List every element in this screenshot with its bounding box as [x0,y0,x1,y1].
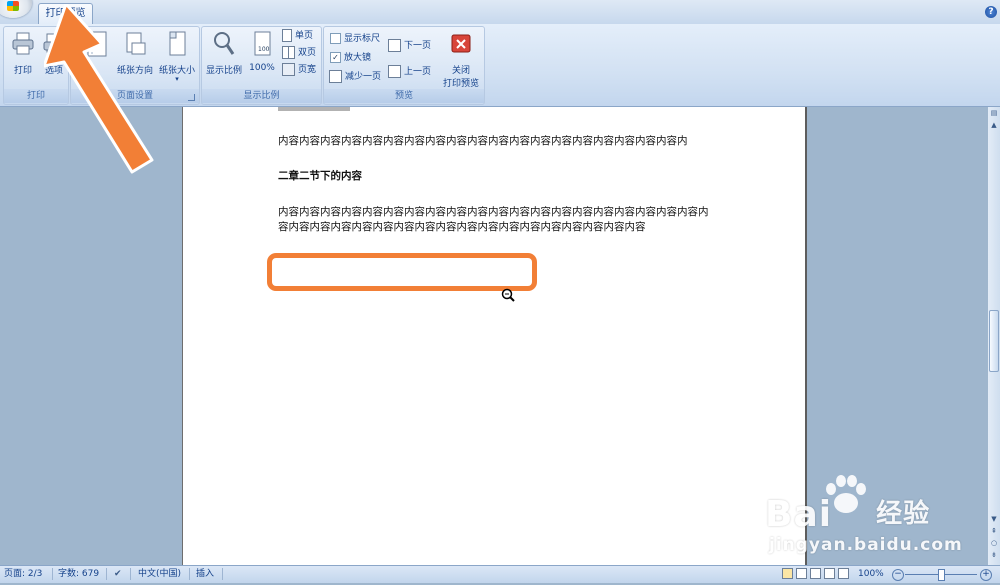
annotation-highlight-box [267,253,537,291]
show-ruler-label: 显示标尺 [344,34,381,44]
close-icon [451,34,471,53]
zoom-button[interactable]: 显示比例 [204,29,244,89]
cut-off-line [278,107,398,111]
next-page-label: 下一页 [404,41,432,51]
close-label-line1: 关闭 [451,66,470,76]
full-screen-view-icon[interactable] [795,568,807,579]
web-layout-view-icon[interactable] [809,568,821,579]
outline-view-icon[interactable] [823,568,835,579]
word-count[interactable]: 字数: 679 [58,566,99,582]
close-preview-button[interactable]: 关闭 打印预览 [440,29,482,89]
zoom-slider-thumb[interactable] [938,569,945,581]
draft-view-icon[interactable] [837,568,849,579]
page-width-button[interactable]: 页宽 [282,62,316,78]
annotation-arrow-icon [44,4,154,174]
scroll-up-icon[interactable]: ▲ [990,121,998,129]
status-separator [189,568,190,580]
baidu-watermark: Bai 经验 jingyan.baidu.com [765,475,995,565]
ruler-toggle-icon[interactable]: ▤ [990,109,998,117]
zoom-button-label: 显示比例 [205,66,242,76]
proofing-icon[interactable]: ✔ [114,566,122,582]
paper-size-button[interactable]: 纸张大小 ▾ [155,29,199,89]
zoom-out-icon[interactable]: − [892,569,904,581]
print-button[interactable]: 打印 [8,29,38,89]
shrink-one-page-button[interactable]: 减少一页 [329,69,381,85]
language-indicator[interactable]: 中文(中国) [138,566,181,582]
close-label-line2: 打印预览 [442,79,479,89]
two-pages-label: 双页 [298,48,317,58]
status-separator [130,568,131,580]
prev-page-button[interactable]: 上一页 [388,64,431,80]
prev-page-label: 上一页 [404,67,432,77]
two-pages-icon [282,46,295,59]
status-bar: 页面: 2/3 字数: 679 ✔ 中文(中国) 插入 100% − + [0,565,1000,583]
next-page-button[interactable]: 下一页 [388,38,431,54]
one-page-button[interactable]: 单页 [282,28,313,44]
scroll-thumb[interactable] [989,310,999,372]
view-buttons [782,568,852,580]
magnifier-icon [214,32,235,55]
page-indicator[interactable]: 页面: 2/3 [4,566,42,582]
status-separator [52,568,53,580]
printer-icon [12,32,34,55]
status-separator [222,568,223,580]
print-layout-view-icon[interactable] [782,568,793,579]
help-icon[interactable]: ? [985,6,997,18]
paragraph-2: 内容内容内容内容内容内容内容内容内容内容内容内容内容内容内容内容内容内容内容内容… [278,206,709,233]
shrink-one-page-label: 减少一页 [345,72,382,82]
page-width-icon [282,63,295,76]
preview-group: 显示标尺 ✓ 放大镜 减少一页 下一页 上一页 关闭 打印预览 预览 [323,26,485,105]
zoom-in-icon[interactable]: + [980,569,992,581]
office-logo-icon [7,1,19,11]
magnifier-check-icon: ✓ [330,52,341,63]
section-heading: 二章二节下的内容 [278,170,362,182]
svg-text:100: 100 [258,46,270,53]
magnifier-label: 放大镜 [344,53,372,63]
page-width-label: 页宽 [298,65,317,75]
preview-group-label: 预览 [324,89,484,103]
zoom-level[interactable]: 100% [858,566,884,582]
next-page-icon [388,39,401,52]
watermark-brand: Bai 经验 [765,493,930,535]
watermark-url: jingyan.baidu.com [769,535,963,555]
one-page-icon [282,29,292,42]
prev-page-icon [388,65,401,78]
two-pages-button[interactable]: 双页 [282,45,316,61]
zoom-group-label: 显示比例 [202,89,321,103]
paragraph-1: 内容内容内容内容内容内容内容内容内容内容内容内容内容内容内容内容内容内容内容内 [278,135,688,147]
magnifier-checkbox[interactable]: ✓ 放大镜 [330,50,371,66]
status-separator [106,568,107,580]
show-ruler-checkbox[interactable]: 显示标尺 [330,31,380,47]
shrink-one-page-icon [329,70,342,83]
zoom-group: 显示比例 100 100% 单页 双页 页宽 显示比例 [201,26,322,105]
zoom-cursor-icon [501,288,515,302]
paper-size-icon [169,31,186,56]
zoom-100-button[interactable]: 100 100% [246,29,278,89]
zoom-100-icon: 100 [254,31,271,56]
one-page-label: 单页 [295,31,314,41]
insert-mode-indicator[interactable]: 插入 [196,566,214,582]
office-button[interactable] [0,0,32,18]
page-setup-launcher-icon[interactable] [188,94,195,101]
print-button-label: 打印 [13,66,32,76]
zoom-100-label: 100% [249,63,275,73]
paper-size-dropdown-arrow-icon: ▾ [175,75,179,83]
show-ruler-check-icon [330,33,341,44]
document-page[interactable]: 内容内容内容内容内容内容内容内容内容内容内容内容内容内容内容内容内容内容内容内 … [183,107,805,565]
watermark-brand-cn: 经验 [876,499,931,529]
watermark-brand-latin: Bai [765,494,833,535]
